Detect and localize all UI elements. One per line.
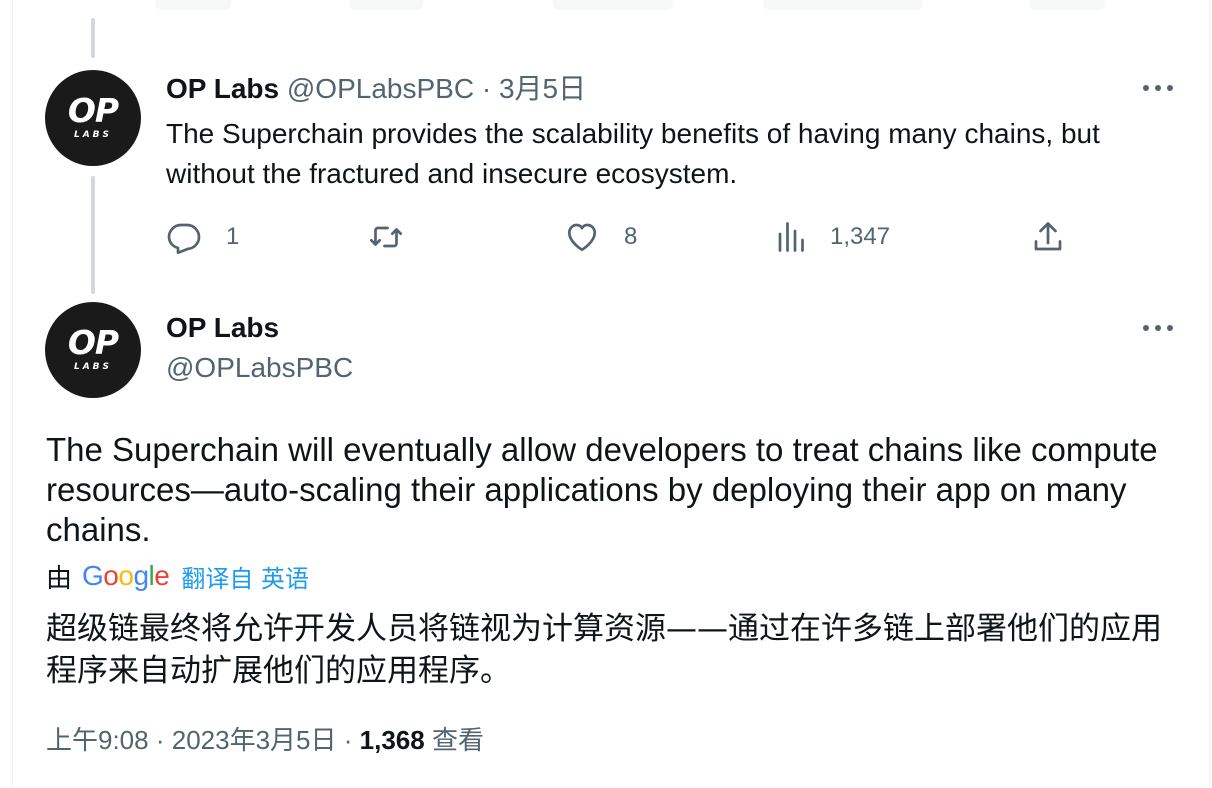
retweet-button[interactable] [368,214,428,260]
avatar-logo-text: OP [67,91,119,130]
more-icon [1143,325,1173,331]
avatar[interactable]: OP LABS [45,70,141,166]
views-label: 查看 [431,725,484,755]
thread-line-top [91,18,95,58]
tweet-text: The Superchain will eventually allow dev… [46,431,1158,548]
reply-count: 1 [226,223,240,250]
tweet-date[interactable]: 3月5日 [499,73,586,104]
more-icon [1143,85,1173,91]
previous-tweet-remnant [553,0,673,10]
separator: · [155,725,165,755]
thread-line-bottom [91,176,95,294]
like-button[interactable]: 8 [564,214,637,260]
views-count[interactable]: 1,368 [360,725,425,755]
previous-tweet-remnant [155,0,231,10]
tweet-full-date[interactable]: 2023年3月5日 [172,725,337,755]
tweet-metadata: 上午9:08 · 2023年3月5日 · 1,368 查看 [46,722,484,758]
translation-attribution: 由 Google 翻译自 英语 [46,558,309,594]
google-logo: Google [82,560,170,591]
views-button[interactable]: 1,347 [774,214,890,260]
separator: · [343,725,353,755]
share-icon [1034,222,1062,251]
more-button[interactable] [1140,76,1176,100]
translated-by-label: 由 [46,563,73,594]
translated-text: 超级链最终将允许开发人员将链视为计算资源——通过在许多链上部署他们的应用程序来自… [46,611,1162,689]
tweet-time[interactable]: 上午9:08 [46,725,149,755]
author-name[interactable]: OP Labs [166,310,279,346]
previous-tweet-remnant [763,0,923,10]
separator: · [481,73,492,104]
translated-from-link[interactable]: 翻译自 英语 [181,559,309,594]
author-handle[interactable]: @OPLabsPBC [166,350,353,386]
analytics-icon [778,222,804,252]
previous-tweet-remnant [349,0,423,10]
tweet-actions: 1 8 1,347 [166,214,1086,260]
share-button[interactable] [1030,214,1066,260]
like-count: 8 [624,223,638,250]
avatar[interactable]: OP LABS [45,302,141,398]
reply-button[interactable]: 1 [166,214,239,260]
reply-icon [167,223,201,255]
more-button[interactable] [1140,316,1176,340]
retweet-icon [369,226,403,248]
previous-tweet-remnant [1029,0,1105,10]
views-count: 1,347 [830,223,891,250]
author-name[interactable]: OP Labs [166,73,279,104]
avatar-logo-subtext: LABS [73,130,113,140]
heart-icon [567,223,597,252]
avatar-logo-text: OP [67,323,119,362]
tweet-header: OP Labs @OPLabsPBC · 3月5日 [166,72,586,106]
author-handle[interactable]: @OPLabsPBC [287,73,474,104]
avatar-logo-subtext: LABS [73,362,113,372]
tweet-text: The Superchain provides the scalability … [166,118,1100,189]
